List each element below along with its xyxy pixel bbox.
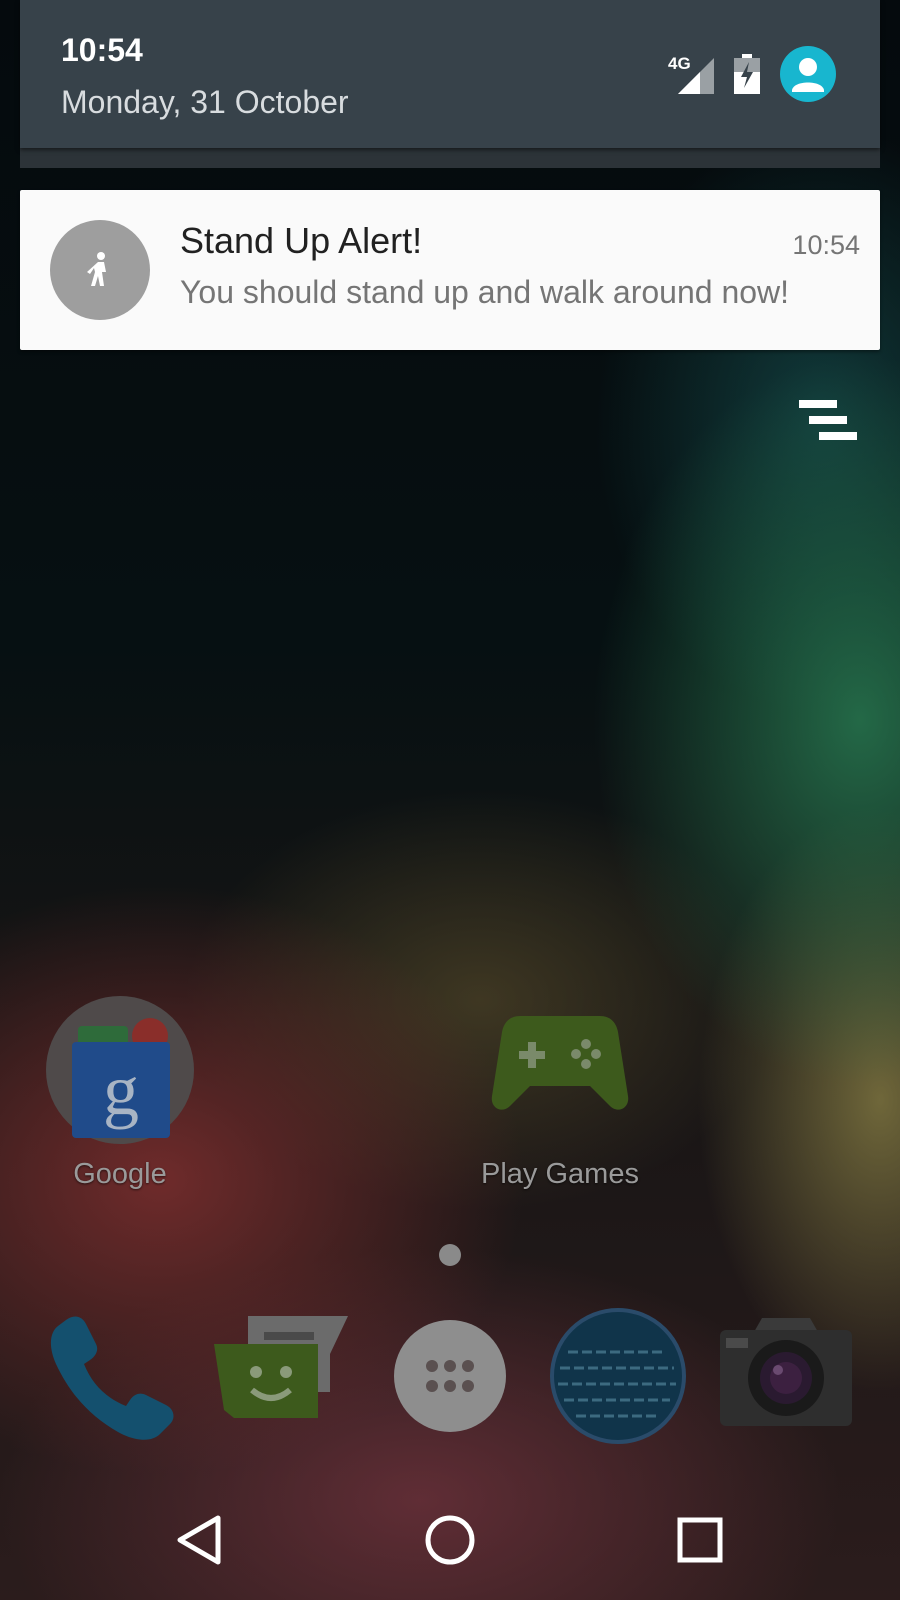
browser-globe-icon[interactable] (548, 1306, 688, 1446)
app-drawer-icon[interactable] (380, 1306, 520, 1446)
app-label: Google (73, 1158, 167, 1190)
app-google[interactable]: g Google (30, 996, 210, 1191)
play-games-icon (486, 996, 634, 1144)
app-label: Play Games (481, 1158, 639, 1190)
date-label[interactable]: Monday, 31 October (61, 84, 349, 121)
notification-title: Stand Up Alert! (180, 220, 423, 261)
clock-time: 10:54 (61, 32, 143, 68)
battery-charging-icon (734, 54, 760, 94)
screen: 10:54 Monday, 31 October 4G Stand Up Ale… (0, 0, 900, 1600)
user-avatar-icon[interactable] (780, 46, 836, 102)
quick-settings-header[interactable]: 10:54 Monday, 31 October 4G (20, 0, 880, 148)
recents-icon[interactable] (670, 1510, 730, 1570)
status-icons: 4G (668, 46, 836, 102)
app-play-games[interactable]: Play Games (470, 996, 650, 1191)
home-icon[interactable] (420, 1510, 480, 1570)
quick-settings-shadow (20, 148, 880, 168)
messenger-icon[interactable] (214, 1306, 354, 1446)
svg-text:g: g (103, 1050, 139, 1130)
back-icon[interactable] (172, 1510, 232, 1570)
phone-icon[interactable] (44, 1306, 184, 1446)
google-folder-icon: g (46, 996, 194, 1144)
walking-person-icon (50, 220, 150, 320)
signal-4g-icon: 4G (668, 54, 714, 94)
notification-text: You should stand up and walk around now! (180, 274, 790, 310)
notification-time: 10:54 (792, 230, 860, 260)
clear-all-icon[interactable] (795, 398, 859, 444)
notification-card[interactable]: Stand Up Alert! 10:54 You should stand u… (20, 190, 880, 350)
camera-icon[interactable] (716, 1306, 856, 1446)
page-indicator (439, 1244, 461, 1266)
